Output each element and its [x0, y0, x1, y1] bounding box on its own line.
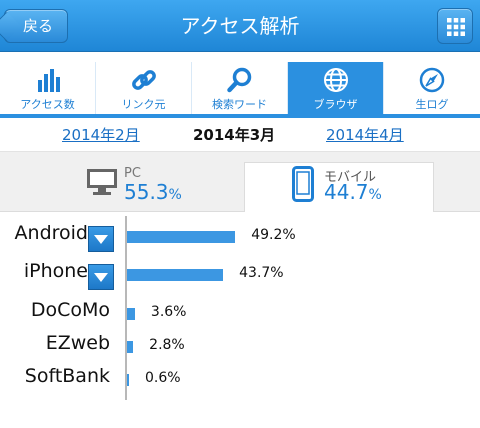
- bar-docomo: [127, 308, 135, 320]
- category-label: EZweb: [45, 332, 110, 354]
- category-label: iPhone: [23, 260, 88, 282]
- bar-softbank: [127, 374, 129, 386]
- bar-ezweb: [127, 341, 134, 353]
- menu-button[interactable]: [437, 8, 473, 44]
- value-label: 0.6%: [145, 370, 181, 386]
- compass-icon: [419, 67, 445, 93]
- tab-referrer[interactable]: リンク元: [96, 62, 192, 114]
- category-row-softbank: SoftBank: [0, 365, 110, 393]
- category-row-ezweb: EZweb: [0, 332, 110, 360]
- tab-bar: アクセス数 リンク元 検索ワード ブラウザ 生ログ: [0, 62, 480, 114]
- tab-search-words[interactable]: 検索ワード: [192, 62, 288, 114]
- value-label: 49.2%: [251, 227, 296, 243]
- tab-label: アクセス数: [20, 98, 75, 111]
- category-label: DoCoMo: [30, 299, 110, 321]
- bar-android: [127, 231, 236, 243]
- back-button-label: 戻る: [23, 17, 54, 35]
- desktop-icon: [87, 169, 117, 195]
- bar-iphone: [127, 269, 224, 281]
- chevron-down-icon: [94, 273, 108, 282]
- value-label: 3.6%: [150, 304, 187, 320]
- chevron-down-icon: [94, 235, 108, 244]
- pc-label: PC: [124, 166, 141, 181]
- category-row-android: Android: [0, 222, 116, 252]
- category-label: Android: [14, 222, 88, 244]
- expand-dropdown-button[interactable]: [88, 264, 114, 290]
- page-title: アクセス解析: [180, 14, 300, 38]
- mobile-percent: 44.7%: [324, 180, 382, 204]
- pc-percent: 55.3%: [124, 180, 182, 204]
- link-icon: [132, 70, 156, 90]
- tab-label: ブラウザ: [313, 98, 358, 111]
- smartphone-icon: [292, 166, 314, 202]
- tab-label: 生ログ: [415, 98, 449, 111]
- next-month-link[interactable]: 2014年4月: [326, 124, 404, 145]
- globe-icon: [324, 68, 348, 92]
- category-row-docomo: DoCoMo: [0, 299, 110, 327]
- tab-label: 検索ワード: [212, 98, 267, 111]
- mobile-device-tab[interactable]: モバイル 44.7%: [290, 162, 430, 208]
- tab-browser[interactable]: ブラウザ: [288, 62, 384, 114]
- value-label: 2.8%: [149, 337, 185, 353]
- expand-dropdown-button[interactable]: [88, 226, 114, 252]
- device-toggle: PC 55.3% モバイル 44.7%: [0, 152, 480, 212]
- pc-device-tab[interactable]: PC 55.3%: [80, 162, 220, 208]
- browser-share-chart: Android 49.2% iPhone 43.7% DoCoMo 3.6% EZweb 2.…: [0, 212, 480, 428]
- app-header: アクセス解析 戻る: [0, 0, 480, 52]
- tab-label: リンク元: [121, 98, 166, 111]
- tab-raw-log[interactable]: 生ログ: [384, 62, 480, 114]
- tab-access-count[interactable]: アクセス数: [0, 62, 96, 114]
- search-icon: [227, 67, 252, 93]
- category-label: SoftBank: [24, 365, 110, 387]
- grid-icon: [447, 18, 465, 36]
- current-month: 2014年3月: [193, 126, 276, 144]
- value-label: 43.7%: [239, 265, 284, 281]
- bar-chart-icon: [38, 69, 60, 92]
- category-row-iphone: iPhone: [0, 260, 116, 290]
- back-button[interactable]: 戻る: [4, 9, 68, 43]
- month-nav: 2014年2月 2014年3月 2014年4月: [0, 118, 480, 152]
- prev-month-link[interactable]: 2014年2月: [62, 124, 140, 145]
